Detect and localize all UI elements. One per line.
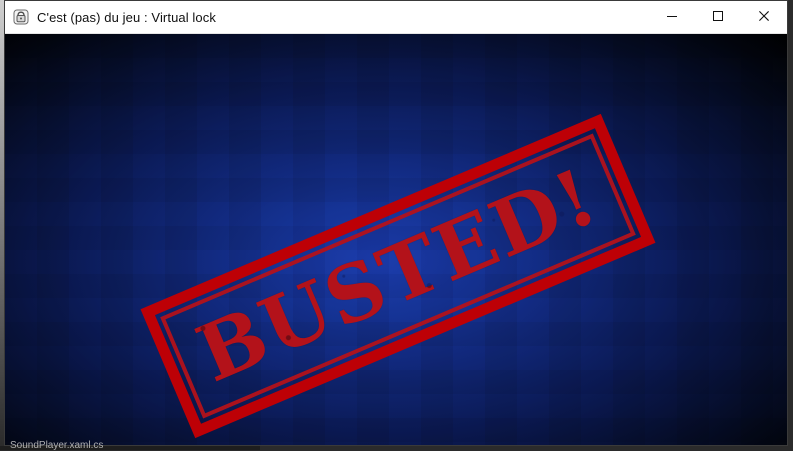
close-icon: [759, 8, 769, 26]
busted-stamp: BUSTED!: [130, 111, 665, 431]
app-window: C'est (pas) du jeu : Virtual lock: [4, 0, 788, 446]
window-controls: [649, 1, 787, 34]
background-editor-tab-label: SoundPlayer.xaml.cs: [10, 440, 103, 451]
minimize-icon: [667, 8, 677, 26]
background-editor-strip: SoundPlayer.xaml.cs: [0, 446, 260, 450]
title-bar[interactable]: C'est (pas) du jeu : Virtual lock: [5, 1, 787, 34]
close-button[interactable]: [741, 1, 787, 34]
minimize-button[interactable]: [649, 1, 695, 34]
stamp-frame: BUSTED!: [141, 114, 656, 438]
app-icon: [12, 8, 30, 26]
lock-screen-content: BUSTED!: [5, 34, 787, 445]
maximize-icon: [713, 8, 723, 26]
window-title: C'est (pas) du jeu : Virtual lock: [37, 10, 216, 25]
maximize-button[interactable]: [695, 1, 741, 34]
